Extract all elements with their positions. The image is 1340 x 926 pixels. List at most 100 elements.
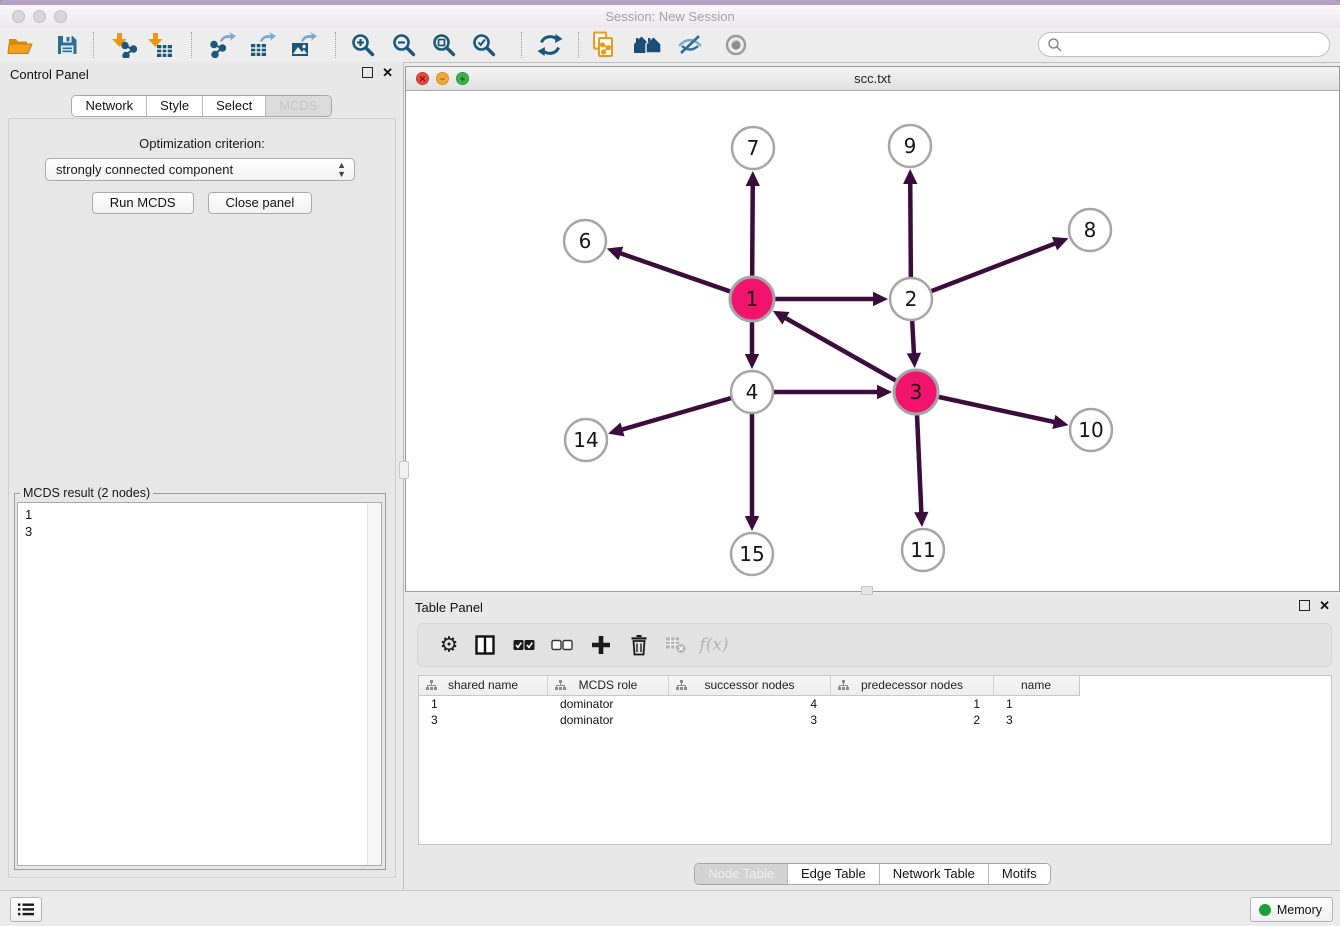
cell-predecessor-nodes[interactable]: 2	[831, 712, 994, 728]
tab-select[interactable]: Select	[203, 96, 266, 116]
delete-table-icon[interactable]	[666, 637, 687, 654]
hide-selected-icon[interactable]	[677, 33, 703, 57]
graph-node-3[interactable]: 3	[894, 370, 938, 414]
cell-MCDS-role[interactable]: dominator	[548, 712, 669, 728]
graph-node-6[interactable]: 6	[564, 220, 606, 262]
graph-node-14[interactable]: 14	[565, 419, 607, 461]
close-panel-button[interactable]: Close panel	[208, 192, 313, 214]
tab-edge-table[interactable]: Edge Table	[788, 864, 880, 884]
tab-node-table[interactable]: Node Table	[695, 864, 788, 884]
column-header-name[interactable]: name	[994, 676, 1078, 695]
edge-3-10[interactable]	[938, 397, 1055, 422]
cell-shared-name[interactable]: 1	[419, 696, 548, 712]
zoom-in-icon[interactable]	[351, 33, 376, 58]
edge-3-11[interactable]	[917, 415, 921, 514]
import-table-icon[interactable]	[147, 32, 173, 58]
edge-arrowhead	[877, 385, 892, 399]
close-panel-icon[interactable]: ✕	[1319, 600, 1330, 611]
save-session-icon[interactable]	[55, 33, 79, 57]
select-all-icon[interactable]	[513, 639, 535, 651]
cell-name[interactable]: 1	[994, 696, 1078, 712]
function-builder-icon[interactable]: f(x)	[699, 635, 728, 655]
cell-MCDS-role[interactable]: dominator	[548, 696, 669, 712]
tab-network[interactable]: Network	[72, 96, 147, 116]
zoom-fit-icon[interactable]	[432, 33, 457, 58]
table-row[interactable]: 3dominator323	[419, 712, 1331, 728]
graph-node-9[interactable]: 9	[889, 125, 931, 167]
memory-button[interactable]: Memory	[1250, 897, 1333, 922]
graph-node-8[interactable]: 8	[1069, 209, 1111, 251]
svg-text:15: 15	[739, 542, 764, 566]
graph-node-7[interactable]: 7	[732, 127, 774, 169]
result-scrollbar[interactable]	[367, 503, 381, 865]
column-header-successor-nodes[interactable]: successor nodes	[669, 676, 831, 695]
column-header-predecessor-nodes[interactable]: predecessor nodes	[831, 676, 994, 695]
edge-3-1[interactable]	[784, 317, 896, 380]
settings-gear-icon[interactable]: ⚙	[440, 635, 459, 656]
node-table[interactable]: shared nameMCDS rolesuccessor nodesprede…	[418, 675, 1332, 845]
edge-2-3[interactable]	[912, 321, 914, 355]
float-panel-icon[interactable]	[1299, 600, 1310, 611]
export-image-icon[interactable]	[291, 32, 317, 58]
edge-2-9[interactable]	[910, 182, 911, 277]
add-column-icon[interactable]	[592, 636, 611, 655]
close-panel-icon[interactable]: ✕	[382, 67, 393, 78]
window-title: Session: New Session	[0, 9, 1340, 24]
network-frame-titlebar[interactable]: ✕ − + scc.txt	[406, 67, 1339, 91]
import-network-icon[interactable]	[111, 32, 137, 58]
mcds-result-list[interactable]: 13	[17, 502, 382, 866]
edge-arrowhead	[873, 292, 888, 306]
column-layout-icon[interactable]	[475, 635, 495, 655]
network-graph-canvas[interactable]: 7 9 6 8 1 2 4 3 14 10 15 11	[406, 91, 1339, 592]
tab-motifs[interactable]: Motifs	[989, 864, 1050, 884]
edge-1-7[interactable]	[752, 184, 753, 276]
refresh-layout-icon[interactable]	[537, 33, 564, 58]
network-title: scc.txt	[406, 71, 1339, 86]
search-input[interactable]	[1065, 35, 1323, 55]
vertical-splitter-grip[interactable]	[399, 461, 409, 479]
graph-node-10[interactable]: 10	[1070, 409, 1112, 451]
cell-name[interactable]: 3	[994, 712, 1078, 728]
tab-mcds[interactable]: MCDS	[266, 96, 330, 116]
zoom-out-icon[interactable]	[392, 33, 417, 58]
graph-node-11[interactable]: 11	[902, 529, 944, 571]
edge-4-14[interactable]	[621, 398, 731, 430]
tab-style[interactable]: Style	[147, 96, 203, 116]
cell-shared-name[interactable]: 3	[419, 712, 548, 728]
application-window: Session: New Session	[0, 0, 1340, 926]
copy-network-icon[interactable]	[591, 31, 617, 59]
houses-icon[interactable]	[633, 34, 663, 56]
table-row[interactable]: 1dominator411	[419, 696, 1331, 712]
tab-network-table[interactable]: Network Table	[880, 864, 989, 884]
svg-text:2: 2	[905, 287, 918, 311]
open-file-icon[interactable]	[7, 33, 33, 57]
mcds-panel: Optimization criterion: strongly connect…	[8, 118, 396, 878]
graph-node-2[interactable]: 2	[890, 278, 932, 320]
task-history-button[interactable]	[10, 897, 42, 922]
graph-node-15[interactable]: 15	[731, 533, 773, 575]
optimization-criterion-select[interactable]: strongly connected component ▲▼	[45, 158, 355, 181]
horizontal-splitter-grip[interactable]	[861, 586, 873, 595]
export-table-icon[interactable]	[250, 32, 276, 58]
column-header-MCDS-role[interactable]: MCDS role	[548, 676, 669, 695]
graph-node-4[interactable]: 4	[731, 371, 773, 413]
show-hidden-icon[interactable]	[724, 33, 748, 57]
column-header-shared-name[interactable]: shared name	[419, 676, 548, 695]
list-icon	[18, 903, 34, 916]
cell-successor-nodes[interactable]: 3	[669, 712, 831, 728]
cell-predecessor-nodes[interactable]: 1	[831, 696, 994, 712]
float-panel-icon[interactable]	[362, 67, 373, 78]
svg-text:4: 4	[746, 380, 759, 404]
memory-label: Memory	[1277, 903, 1322, 917]
mcds-result-line: 3	[18, 523, 381, 540]
search-box[interactable]	[1038, 32, 1330, 57]
graph-node-1[interactable]: 1	[730, 277, 774, 321]
delete-column-icon[interactable]	[630, 635, 648, 656]
cell-successor-nodes[interactable]: 4	[669, 696, 831, 712]
edge-2-8[interactable]	[932, 243, 1057, 291]
deselect-all-icon[interactable]	[551, 639, 573, 651]
export-network-icon[interactable]	[210, 32, 236, 58]
zoom-selected-icon[interactable]	[472, 33, 497, 58]
edge-1-6[interactable]	[619, 253, 730, 292]
run-mcds-button[interactable]: Run MCDS	[92, 192, 194, 214]
